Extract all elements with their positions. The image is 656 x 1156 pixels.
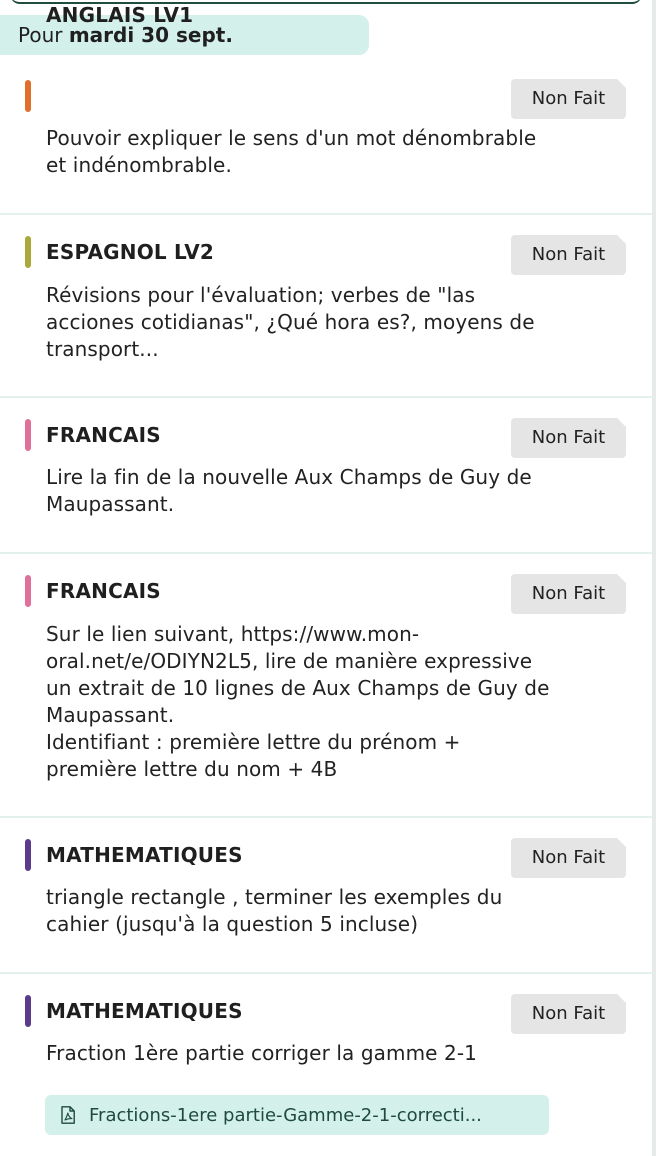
description-line: triangle rectangle , terminer les exempl… xyxy=(46,885,503,909)
description-line: Lire la fin de la nouvelle Aux Champs de… xyxy=(46,465,532,489)
homework-item[interactable]: FRANCAIS Non Fait Lire la fin de la nouv… xyxy=(0,396,652,554)
description-line: Fraction 1ère partie corriger la gamme 2… xyxy=(46,1041,477,1065)
description-line: oral.net/e/ODIYN2L5, lire de manière exp… xyxy=(46,649,533,673)
homework-description: Révisions pour l'évaluation; verbes de "… xyxy=(46,282,636,363)
description-line: Pouvoir expliquer le sens d'un mot dénom… xyxy=(46,126,537,150)
description-line: et indénombrable. xyxy=(46,153,232,177)
description-line: Révisions pour l'évaluation; verbes de "… xyxy=(46,283,476,307)
homework-description: Fraction 1ère partie corriger la gamme 2… xyxy=(46,1040,636,1067)
subject-name: FRANCAIS xyxy=(46,579,161,603)
status-toggle-button[interactable]: Non Fait xyxy=(511,418,626,458)
subject-name: MATHEMATIQUES xyxy=(46,843,243,867)
status-toggle-button[interactable]: Non Fait xyxy=(511,79,626,119)
homework-description: Lire la fin de la nouvelle Aux Champs de… xyxy=(46,464,636,518)
homework-item[interactable]: ANGLAIS LV1 Non Fait Pouvoir expliquer l… xyxy=(0,3,652,215)
homework-item[interactable]: MATHEMATIQUES Non Fait triangle rectangl… xyxy=(0,816,652,974)
homework-description: Pouvoir expliquer le sens d'un mot dénom… xyxy=(46,125,636,179)
description-line: transport... xyxy=(46,337,159,361)
homework-item[interactable]: FRANCAIS Non Fait Sur le lien suivant, h… xyxy=(0,552,652,818)
description-line: cahier (jusqu'à la question 5 incluse) xyxy=(46,912,419,936)
subject-name: MATHEMATIQUES xyxy=(46,999,243,1023)
description-line: Maupassant. xyxy=(46,703,175,727)
status-toggle-button[interactable]: Non Fait xyxy=(511,838,626,878)
subject-color-bar xyxy=(25,839,31,871)
scrollbar-track[interactable] xyxy=(652,0,656,1156)
pdf-file-icon xyxy=(61,1106,75,1124)
subject-name: ESPAGNOL LV2 xyxy=(46,240,215,264)
description-line: Sur le lien suivant, https://www.mon- xyxy=(46,622,420,646)
homework-item[interactable]: ESPAGNOL LV2 Non Fait Révisions pour l'é… xyxy=(0,213,652,398)
status-toggle-button[interactable]: Non Fait xyxy=(511,235,626,275)
homework-page: Pour mardi 30 sept. ANGLAIS LV1 Non Fait… xyxy=(0,0,656,1156)
homework-description: triangle rectangle , terminer les exempl… xyxy=(46,884,636,938)
attachment-link[interactable]: Fractions-1ere partie-Gamme-2-1-correcti… xyxy=(45,1095,549,1135)
subject-color-bar xyxy=(25,575,31,607)
description-line: un extrait de 10 lignes de Aux Champs de… xyxy=(46,676,550,700)
subject-color-bar xyxy=(25,80,31,112)
description-line: acciones cotidianas", ¿Qué hora es?, moy… xyxy=(46,310,535,334)
subject-color-bar xyxy=(25,995,31,1027)
subject-name: FRANCAIS xyxy=(46,423,161,447)
subject-color-bar xyxy=(25,419,31,451)
description-line: Maupassant. xyxy=(46,492,175,516)
description-line: première lettre du nom + 4B xyxy=(46,757,338,781)
description-line: Identifiant : première lettre du prénom … xyxy=(46,730,461,754)
subject-color-bar xyxy=(25,236,31,268)
status-toggle-button[interactable]: Non Fait xyxy=(511,994,626,1034)
attachment-filename: Fractions-1ere partie-Gamme-2-1-correcti… xyxy=(89,1104,482,1126)
homework-description: Sur le lien suivant, https://www.mon- or… xyxy=(46,621,636,783)
status-toggle-button[interactable]: Non Fait xyxy=(511,574,626,614)
subject-name: ANGLAIS LV1 xyxy=(46,3,194,27)
